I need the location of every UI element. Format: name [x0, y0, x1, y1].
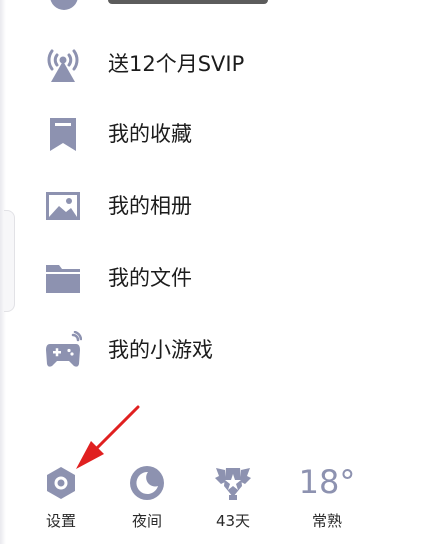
partial-item-icon	[50, 0, 78, 10]
temperature-value: 18°	[298, 463, 356, 501]
menu-item-mini-games[interactable]: 我的小游戏	[0, 320, 428, 380]
days-label: 43天	[215, 512, 251, 530]
menu-item-label: 我的收藏	[108, 122, 192, 146]
weather-location-label: 常熟	[311, 512, 342, 530]
night-label: 夜间	[131, 512, 162, 530]
menu-item-album[interactable]: 我的相册	[0, 176, 428, 236]
winged-badge-icon	[215, 468, 251, 500]
weather-widget[interactable]: 18° 常熟	[294, 460, 360, 544]
menu-item-label: 我的小游戏	[108, 338, 213, 362]
menu-item-label: 我的文件	[108, 266, 192, 290]
partial-menu-item[interactable]	[0, 0, 428, 10]
gamepad-icon	[46, 331, 82, 367]
antenna-icon	[47, 49, 79, 82]
settings-button[interactable]: 设置	[28, 460, 94, 544]
picture-icon	[46, 192, 80, 220]
settings-hexagon-icon	[47, 467, 75, 499]
menu-item-files[interactable]: 我的文件	[0, 248, 428, 308]
menu-item-label: 我的相册	[108, 194, 192, 218]
days-badge-button[interactable]: 43天	[200, 460, 266, 544]
settings-label: 设置	[45, 512, 76, 530]
folder-icon	[46, 265, 80, 293]
moon-icon	[130, 466, 164, 500]
menu-item-label: 送12个月SVIP	[108, 52, 245, 76]
partial-item-label-obscured	[108, 0, 268, 4]
menu-item-svip[interactable]: 送12个月SVIP	[0, 34, 428, 94]
bookmark-icon	[50, 118, 76, 151]
night-mode-button[interactable]: 夜间	[114, 460, 180, 544]
menu-item-favorites[interactable]: 我的收藏	[0, 104, 428, 164]
